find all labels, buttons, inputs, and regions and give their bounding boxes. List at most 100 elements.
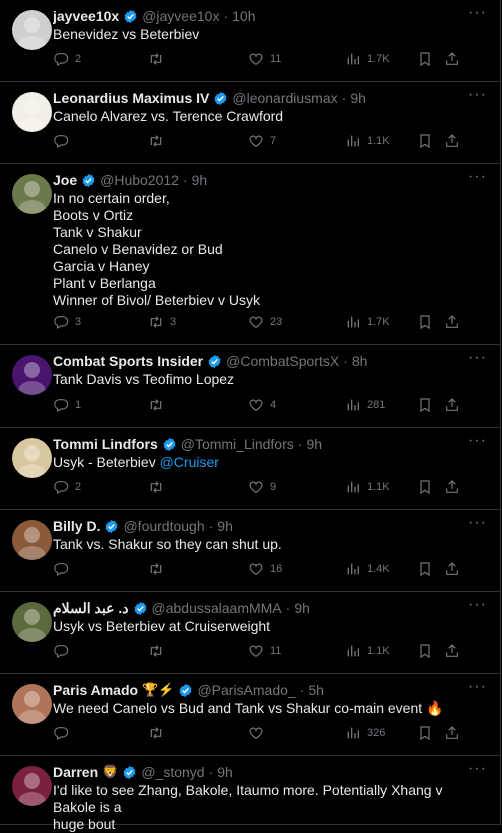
share-button[interactable]	[444, 132, 466, 150]
author-handle[interactable]: @jayvee10x	[142, 8, 219, 24]
more-icon[interactable]: ···	[468, 515, 486, 536]
tweet[interactable]: د. عبد السلام @abdussalaamMMA · 9h ··· Usyk v…	[0, 592, 500, 674]
timestamp[interactable]: 9h	[294, 600, 310, 616]
more-icon[interactable]: ···	[468, 679, 486, 700]
share-button[interactable]	[444, 313, 466, 331]
more-icon[interactable]: ···	[468, 433, 486, 454]
retweet-button[interactable]	[148, 560, 180, 578]
timestamp[interactable]: 10h	[232, 8, 255, 24]
bookmark-button[interactable]	[417, 478, 439, 496]
author-name[interactable]: Billy D.	[53, 518, 100, 534]
avatar[interactable]	[12, 174, 52, 214]
author-handle[interactable]: @_stonyd	[141, 764, 204, 780]
retweet-button[interactable]	[148, 132, 180, 150]
timestamp[interactable]: 5h	[308, 682, 324, 698]
like-button[interactable]: 11	[248, 50, 281, 68]
avatar[interactable]	[12, 92, 52, 132]
avatar[interactable]	[12, 684, 52, 724]
reply-button[interactable]: 1	[53, 396, 85, 414]
author-name[interactable]: Darren	[53, 764, 98, 780]
reply-button[interactable]: 2	[53, 50, 85, 68]
timestamp[interactable]: 9h	[192, 172, 208, 188]
reply-button[interactable]	[53, 724, 85, 742]
reply-button[interactable]	[53, 642, 85, 660]
share-button[interactable]	[444, 396, 466, 414]
reply-button[interactable]	[53, 132, 85, 150]
bookmark-button[interactable]	[417, 132, 439, 150]
like-button[interactable]: 23	[248, 313, 282, 331]
share-button[interactable]	[444, 642, 466, 660]
views-button[interactable]: 281	[345, 396, 385, 414]
tweet[interactable]: Tommi Lindfors @Tommi_Lindfors · 9h ··· Usyk …	[0, 428, 500, 510]
share-button[interactable]	[444, 50, 466, 68]
bookmark-button[interactable]	[417, 313, 439, 331]
avatar[interactable]	[12, 520, 52, 560]
avatar[interactable]	[12, 766, 52, 806]
timestamp[interactable]: 9h	[217, 764, 233, 780]
bookmark-button[interactable]	[417, 560, 439, 578]
bookmark-button[interactable]	[417, 642, 439, 660]
more-icon[interactable]: ···	[468, 5, 486, 26]
timestamp[interactable]: 9h	[217, 518, 233, 534]
timestamp[interactable]: 8h	[352, 353, 368, 369]
more-icon[interactable]: ···	[468, 761, 486, 782]
author-name[interactable]: Combat Sports Insider	[53, 353, 203, 369]
timestamp[interactable]: 9h	[350, 90, 366, 106]
tweet[interactable]: jayvee10x @jayvee10x · 10h ··· Benevidez vs B…	[0, 0, 500, 82]
author-handle[interactable]: @ParisAmado_	[197, 682, 295, 698]
tweet[interactable]: Leonardius Maximus IV @leonardiusmax · 9h ··…	[0, 82, 500, 164]
like-button[interactable]: 9	[248, 478, 280, 496]
like-button[interactable]: 7	[248, 132, 280, 150]
tweet[interactable]: Darren 🦁 @_stonyd · 9h ··· I'd like to see Zha…	[0, 756, 500, 832]
like-button[interactable]: 16	[248, 560, 282, 578]
author-handle[interactable]: @Hubo2012	[100, 172, 179, 188]
share-button[interactable]	[444, 478, 466, 496]
retweet-button[interactable]: 3	[148, 313, 180, 331]
views-button[interactable]: 1.1K	[345, 132, 390, 150]
bookmark-button[interactable]	[417, 396, 439, 414]
author-name[interactable]: Joe	[53, 172, 77, 188]
views-button[interactable]: 1.7K	[345, 50, 390, 68]
share-button[interactable]	[444, 724, 466, 742]
bookmark-button[interactable]	[417, 50, 439, 68]
author-handle[interactable]: @abdussalaamMMA	[152, 600, 282, 616]
tweet[interactable]: Combat Sports Insider @CombatSportsX · 8h ··…	[0, 345, 500, 428]
avatar[interactable]	[12, 438, 52, 478]
like-button[interactable]	[248, 724, 280, 742]
retweet-button[interactable]	[148, 396, 180, 414]
avatar[interactable]	[12, 602, 52, 642]
author-handle[interactable]: @CombatSportsX	[226, 353, 339, 369]
more-icon[interactable]: ···	[468, 350, 486, 371]
mention-link[interactable]: @Cruiser	[160, 454, 219, 470]
author-handle[interactable]: @fourdtough	[123, 518, 204, 534]
timestamp[interactable]: 9h	[306, 436, 322, 452]
views-button[interactable]: 1.1K	[345, 478, 390, 496]
retweet-button[interactable]	[148, 478, 180, 496]
author-name[interactable]: Tommi Lindfors	[53, 436, 158, 452]
tweet[interactable]: Joe @Hubo2012 · 9h ··· In no certain order, Bo…	[0, 164, 500, 345]
like-button[interactable]: 11	[248, 642, 281, 660]
avatar[interactable]	[12, 10, 52, 50]
author-name[interactable]: jayvee10x	[53, 8, 119, 24]
like-button[interactable]: 4	[248, 396, 280, 414]
author-name[interactable]: Paris Amado	[53, 682, 138, 698]
reply-button[interactable]: 3	[53, 313, 85, 331]
avatar[interactable]	[12, 355, 52, 395]
views-button[interactable]: 1.4K	[345, 560, 390, 578]
retweet-button[interactable]	[148, 642, 180, 660]
retweet-button[interactable]	[148, 50, 180, 68]
retweet-button[interactable]	[148, 724, 180, 742]
author-handle[interactable]: @leonardiusmax	[232, 90, 337, 106]
views-button[interactable]: 1.7K	[345, 313, 390, 331]
share-button[interactable]	[444, 560, 466, 578]
more-icon[interactable]: ···	[468, 597, 486, 618]
views-button[interactable]: 326	[345, 724, 385, 742]
tweet[interactable]: Paris Amado 🏆⚡ @ParisAmado_ · 5h ··· We need C…	[0, 674, 500, 756]
bookmark-button[interactable]	[417, 724, 439, 742]
views-button[interactable]: 1.1K	[345, 642, 390, 660]
more-icon[interactable]: ···	[468, 87, 486, 108]
author-name[interactable]: د. عبد السلام	[53, 600, 129, 617]
author-name[interactable]: Leonardius Maximus IV	[53, 90, 209, 106]
reply-button[interactable]: 2	[53, 478, 85, 496]
tweet[interactable]: Billy D. @fourdtough · 9h ··· Tank vs. Shakur…	[0, 510, 500, 592]
